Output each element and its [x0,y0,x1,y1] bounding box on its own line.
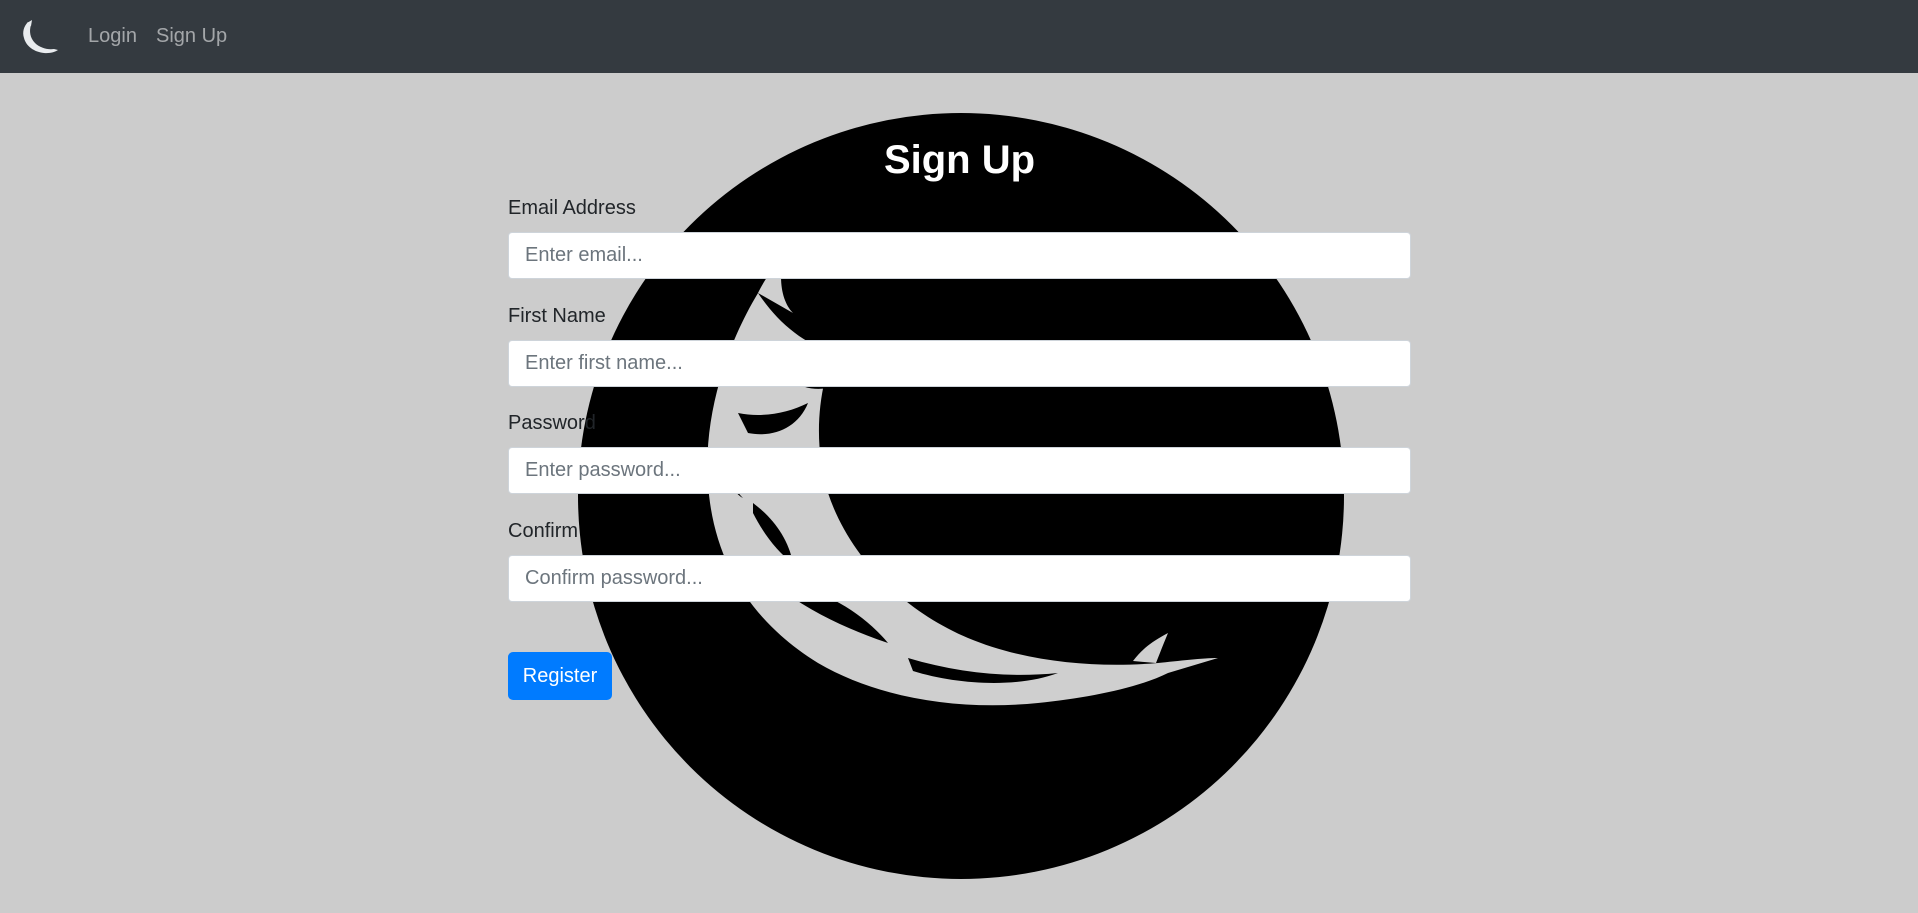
confirm-password-label: Confirm [508,520,579,542]
first-name-input[interactable] [508,340,1411,387]
nav-login-link[interactable]: Login [88,23,137,49]
email-input[interactable] [508,232,1411,279]
password-input[interactable] [508,447,1411,494]
brand-logo-icon[interactable] [18,18,60,56]
flask-horn-background-image [578,113,1344,879]
first-name-label: First Name [508,305,606,327]
email-label: Email Address [508,197,636,219]
nav-signup-link[interactable]: Sign Up [156,23,227,49]
page-title: Sign Up [883,138,1036,182]
confirm-password-input[interactable] [508,555,1411,602]
register-button[interactable]: Register [508,652,612,700]
top-navbar: Login Sign Up [0,0,1918,73]
password-label: Password [508,412,596,434]
